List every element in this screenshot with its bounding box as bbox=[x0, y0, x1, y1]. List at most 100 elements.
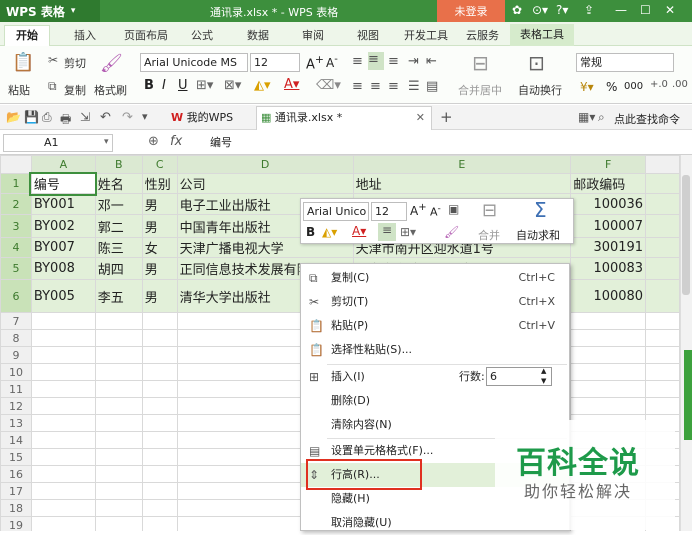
tab-review[interactable]: 审阅 bbox=[302, 27, 324, 43]
command-search[interactable]: 点此查找命令 bbox=[614, 111, 680, 127]
cell[interactable]: 男 bbox=[141, 257, 178, 280]
tab-home[interactable]: 开始 bbox=[4, 25, 50, 46]
doc-tab-file[interactable]: ▦ 通讯录.xlsx * ✕ bbox=[256, 106, 432, 130]
cell[interactable] bbox=[30, 312, 96, 330]
row-header[interactable]: 1 bbox=[0, 173, 32, 194]
cell[interactable] bbox=[645, 363, 680, 381]
cell[interactable] bbox=[30, 346, 96, 364]
row-header[interactable]: 9 bbox=[0, 346, 32, 364]
bold-icon[interactable]: B bbox=[144, 78, 154, 93]
align-middle-icon[interactable]: ≡ bbox=[368, 52, 384, 70]
mini-merge-icon[interactable]: ⊟ bbox=[482, 200, 497, 221]
cell[interactable] bbox=[645, 257, 680, 280]
copy-button[interactable]: 复制 bbox=[64, 82, 86, 98]
column-header-g[interactable] bbox=[645, 155, 680, 174]
mini-font-color-icon[interactable]: A▾ bbox=[352, 224, 366, 238]
justify-icon[interactable]: ☰ bbox=[408, 79, 420, 94]
cell[interactable] bbox=[141, 312, 178, 330]
cell[interactable]: 李五 bbox=[94, 279, 143, 313]
cell[interactable]: 男 bbox=[141, 193, 178, 215]
cell[interactable] bbox=[94, 431, 143, 449]
cell[interactable] bbox=[94, 312, 143, 330]
menu-item-paste-special[interactable]: 📋 选择性粘贴(S)... bbox=[301, 338, 569, 362]
column-header-a[interactable]: A bbox=[30, 155, 96, 174]
mini-merge-button[interactable]: 合并 bbox=[478, 227, 500, 243]
open-folder-icon[interactable]: 📂 bbox=[6, 110, 21, 124]
cell[interactable] bbox=[570, 380, 647, 398]
tab-formulas[interactable]: 公式 bbox=[191, 27, 213, 43]
stepper-arrows-icon[interactable]: ▲ ▼ bbox=[541, 366, 546, 386]
row-header[interactable]: 7 bbox=[0, 312, 32, 330]
cell[interactable] bbox=[141, 482, 178, 500]
row-header[interactable]: 2 bbox=[0, 193, 32, 215]
save-icon[interactable]: 💾 bbox=[24, 110, 39, 124]
cell[interactable] bbox=[645, 380, 680, 398]
cell[interactable] bbox=[94, 414, 143, 432]
cell[interactable] bbox=[570, 346, 647, 364]
align-top-icon[interactable]: ≡ bbox=[352, 54, 363, 69]
clear-format-icon[interactable]: ⌫▾ bbox=[316, 78, 341, 93]
close-tab-icon[interactable]: ✕ bbox=[416, 107, 425, 129]
cell[interactable]: BY001 bbox=[30, 193, 96, 215]
cell[interactable] bbox=[30, 414, 96, 432]
cell[interactable] bbox=[141, 499, 178, 517]
help-icon[interactable]: ?▾ bbox=[556, 3, 568, 17]
number-format-select[interactable]: 常规 bbox=[576, 53, 674, 72]
column-header-e[interactable]: E bbox=[352, 155, 572, 174]
cell[interactable] bbox=[30, 431, 96, 449]
mini-font-size-select[interactable]: 12 bbox=[371, 202, 407, 221]
search-icon[interactable]: ⌕ bbox=[598, 110, 605, 125]
column-header-c[interactable]: C bbox=[141, 155, 178, 174]
mini-shrink-font-icon[interactable]: A- bbox=[430, 203, 441, 219]
cell[interactable]: 100080 bbox=[570, 279, 647, 313]
fill-color-icon[interactable]: ◭▾ bbox=[254, 78, 271, 93]
cell[interactable] bbox=[141, 329, 178, 347]
cell[interactable]: 地址 bbox=[352, 173, 572, 194]
paste-button[interactable]: 粘贴 bbox=[8, 82, 30, 98]
cell[interactable] bbox=[94, 397, 143, 415]
cell[interactable] bbox=[94, 346, 143, 364]
align-right-icon[interactable]: ≡ bbox=[388, 79, 399, 94]
paste-icon[interactable]: 📋 bbox=[12, 52, 34, 73]
cell[interactable] bbox=[645, 173, 680, 194]
cell[interactable] bbox=[30, 448, 96, 466]
merge-center-button[interactable]: 合并居中 bbox=[458, 82, 502, 98]
cell[interactable] bbox=[141, 448, 178, 466]
export-icon[interactable]: ⇲ bbox=[80, 110, 90, 124]
panel-toggle-icon[interactable]: ▦▾ bbox=[578, 110, 595, 124]
mini-border-icon[interactable]: ⊞▾ bbox=[400, 225, 416, 239]
column-header-d[interactable]: D bbox=[176, 155, 354, 174]
row-header[interactable]: 11 bbox=[0, 380, 32, 398]
currency-icon[interactable]: ¥▾ bbox=[580, 80, 594, 94]
cell[interactable]: BY002 bbox=[30, 214, 96, 238]
thousands-button[interactable]: 000 bbox=[624, 81, 643, 92]
mini-font-name-select[interactable]: Arial Unico bbox=[303, 202, 369, 221]
login-button[interactable]: 未登录 bbox=[437, 0, 505, 22]
customize-qa-icon[interactable]: ▾ bbox=[142, 110, 148, 123]
cell[interactable] bbox=[141, 380, 178, 398]
cell[interactable]: 100007 bbox=[570, 214, 647, 238]
cell[interactable] bbox=[645, 346, 680, 364]
cell[interactable] bbox=[94, 448, 143, 466]
cell[interactable] bbox=[30, 516, 96, 531]
cell[interactable]: BY005 bbox=[30, 279, 96, 313]
cell[interactable]: 邮政编码 bbox=[570, 173, 647, 194]
row-header[interactable]: 10 bbox=[0, 363, 32, 381]
scrollbar-thumb[interactable] bbox=[682, 175, 690, 295]
cell[interactable]: 郭二 bbox=[94, 214, 143, 238]
doc-tab-mywps[interactable]: W 我的WPS bbox=[168, 106, 254, 129]
menu-item-copy[interactable]: ⧉ 复制(C) Ctrl+C bbox=[301, 266, 569, 290]
mini-align-center-icon[interactable]: ≡ bbox=[378, 223, 396, 241]
print-icon[interactable]: 🖶 bbox=[60, 110, 71, 131]
underline-icon[interactable]: U bbox=[178, 78, 188, 93]
cell[interactable] bbox=[141, 397, 178, 415]
column-header-b[interactable]: B bbox=[94, 155, 143, 174]
cell[interactable]: 300191 bbox=[570, 237, 647, 258]
cell[interactable] bbox=[30, 465, 96, 483]
cell[interactable]: 男 bbox=[141, 279, 178, 313]
italic-icon[interactable]: I bbox=[162, 78, 166, 93]
column-header-f[interactable]: F bbox=[570, 155, 647, 174]
tab-insert[interactable]: 插入 bbox=[74, 27, 96, 43]
row-header[interactable]: 4 bbox=[0, 237, 32, 258]
merge-center-icon[interactable]: ⊟ bbox=[472, 51, 489, 75]
